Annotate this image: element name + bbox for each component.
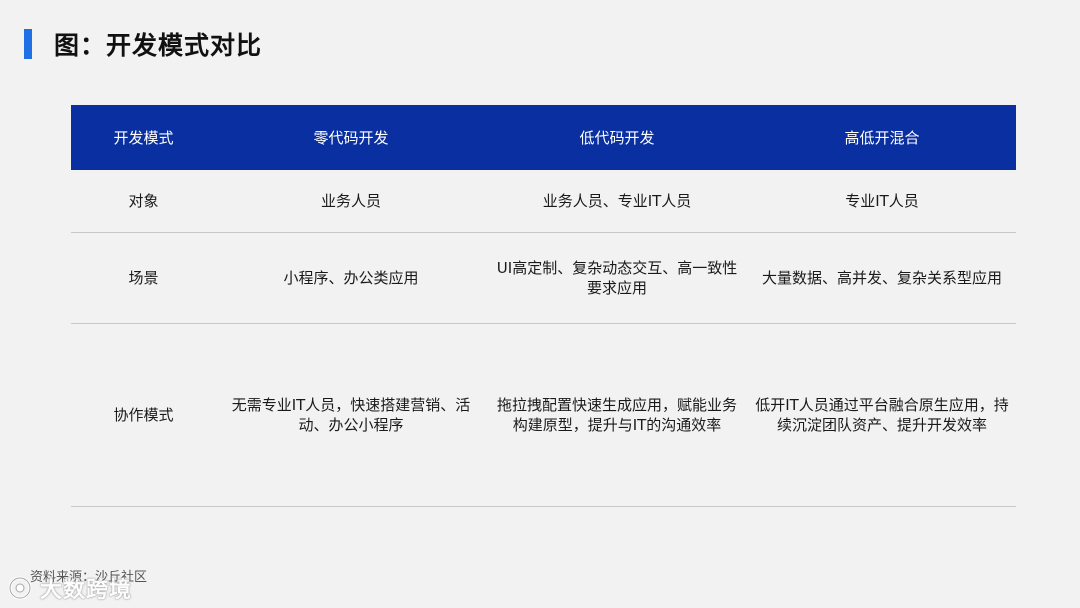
table-cell: 低开IT人员通过平台融合原生应用，持续沉淀团队资产、提升开发效率 <box>748 323 1016 507</box>
watermark: 大数跨境 <box>6 572 132 604</box>
table-cell: 拖拉拽配置快速生成应用，赋能业务构建原型，提升与IT的沟通效率 <box>486 323 748 507</box>
watermark-text: 大数跨境 <box>40 578 133 603</box>
table-cell: 业务人员、专业IT人员 <box>486 170 748 233</box>
table-header-row: 开发模式 零代码开发 低代码开发 高低开混合 <box>71 105 1016 170</box>
comparison-table: 开发模式 零代码开发 低代码开发 高低开混合 对象 业务人员 业务人员、专业IT… <box>71 105 1016 507</box>
row-label-target: 对象 <box>71 170 216 233</box>
table-row: 协作模式 无需专业IT人员，快速搭建营销、活动、办公小程序 拖拉拽配置快速生成应… <box>71 323 1016 507</box>
header-no-code: 零代码开发 <box>216 105 486 170</box>
row-label-collaboration: 协作模式 <box>71 323 216 507</box>
table-row: 对象 业务人员 业务人员、专业IT人员 专业IT人员 <box>71 170 1016 233</box>
header-hybrid: 高低开混合 <box>748 105 1016 170</box>
watermark-logo-icon <box>8 576 32 600</box>
row-label-scenario: 场景 <box>71 232 216 324</box>
table-cell: UI高定制、复杂动态交互、高一致性要求应用 <box>486 232 748 324</box>
table-cell: 专业IT人员 <box>748 170 1016 233</box>
header-low-code: 低代码开发 <box>486 105 748 170</box>
table-cell: 小程序、办公类应用 <box>216 232 486 324</box>
table-cell: 无需专业IT人员，快速搭建营销、活动、办公小程序 <box>216 323 486 507</box>
table-cell: 大量数据、高并发、复杂关系型应用 <box>748 232 1016 324</box>
table-cell: 业务人员 <box>216 170 486 233</box>
table-row: 场景 小程序、办公类应用 UI高定制、复杂动态交互、高一致性要求应用 大量数据、… <box>71 232 1016 324</box>
title-bar: 图：开发模式对比 <box>24 28 262 60</box>
title-accent-bar <box>24 29 32 59</box>
header-dev-mode: 开发模式 <box>71 105 216 170</box>
page-title: 图：开发模式对比 <box>54 31 263 60</box>
